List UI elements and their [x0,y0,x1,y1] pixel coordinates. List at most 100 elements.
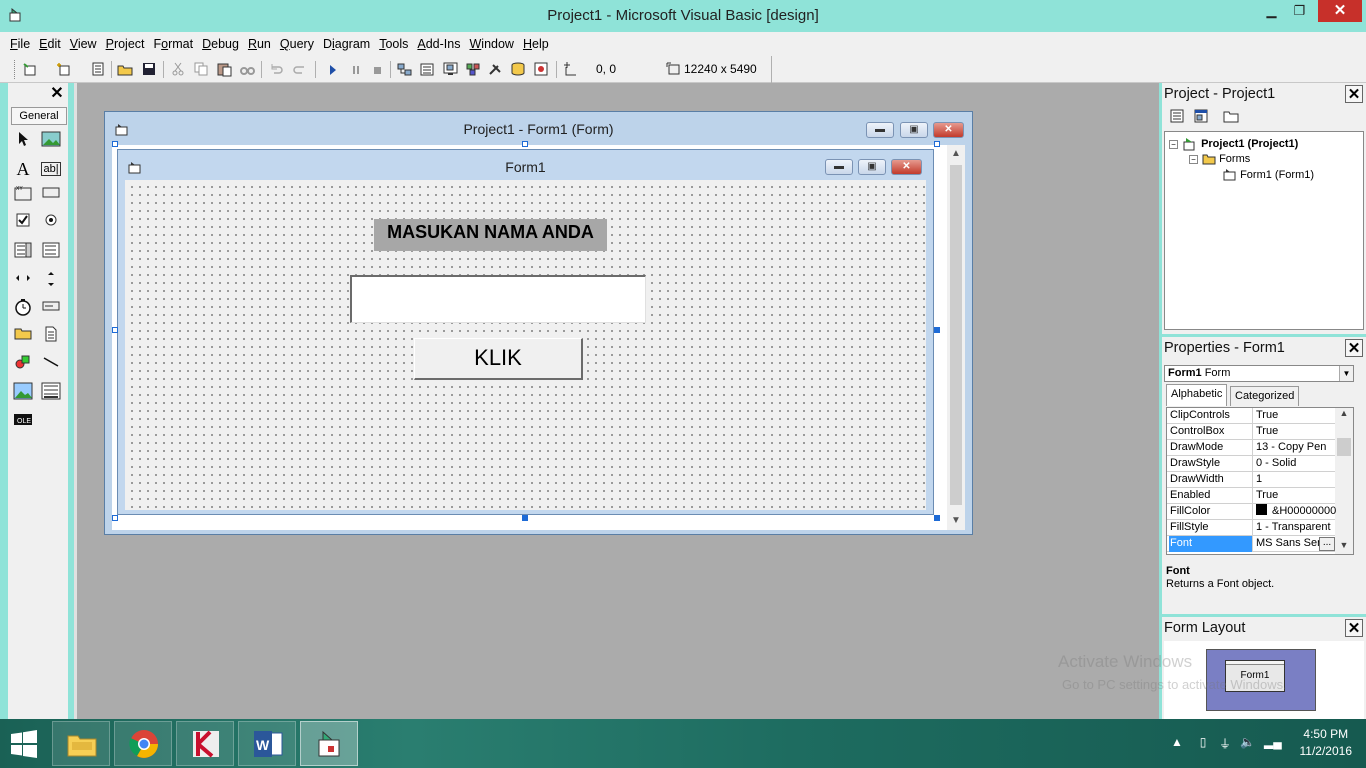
shape-tool-icon[interactable] [12,354,34,376]
resize-handle[interactable] [112,327,118,333]
add-form-icon[interactable] [56,61,73,77]
menu-diagram[interactable]: Diagram [323,37,370,51]
vscrollbar-tool-icon[interactable] [40,270,62,292]
scroll-down-arrow-icon[interactable]: ▼ [1335,540,1353,554]
label-tool-icon[interactable]: A [12,158,34,180]
image-tool-icon[interactable] [12,382,34,404]
tree-collapse-icon[interactable]: − [1169,139,1178,149]
designer-maximize-button[interactable]: ▣ [900,122,928,138]
property-value[interactable]: True [1256,408,1336,423]
toolbox-tab-general[interactable]: General [11,107,67,125]
taskbar-chrome[interactable] [114,721,172,766]
designer-vertical-scrollbar[interactable]: ▲ ▼ [947,145,965,530]
tree-node-form1[interactable]: Form1 (Form1) [1223,169,1314,181]
start-icon[interactable] [324,61,341,77]
designer-close-button[interactable]: ✕ [933,122,964,138]
properties-scrollbar[interactable]: ▲ ▼ [1335,408,1353,554]
close-button[interactable]: ✕ [1318,0,1362,22]
menu-edit[interactable]: Edit [39,37,61,51]
component-manager-icon[interactable] [533,61,550,77]
tab-categorized[interactable]: Categorized [1230,386,1300,406]
menu-view[interactable]: View [70,37,97,51]
start-button[interactable] [0,719,52,768]
show-hidden-icons-icon[interactable]: ▲ [1170,735,1184,751]
view-object-icon[interactable] [1192,109,1210,127]
menu-run[interactable]: Run [248,37,271,51]
property-row[interactable]: DrawStyle 0 - Solid [1167,456,1335,472]
pointer-tool-icon[interactable] [12,131,34,153]
property-row[interactable]: DrawWidth 1 [1167,472,1335,488]
resize-handle[interactable] [934,141,940,147]
ellipsis-button[interactable]: ... [1319,537,1335,551]
klik-button[interactable]: KLIK [414,338,583,380]
taskbar-clock[interactable]: 4:50 PM 11/2/2016 [1300,726,1353,760]
property-value[interactable]: 13 - Copy Pen [1256,440,1336,455]
copy-icon[interactable] [193,61,210,77]
name-textbox[interactable] [350,275,646,323]
device-icon[interactable]: ▯ [1196,735,1210,751]
resize-handle[interactable] [934,515,940,521]
minimize-button[interactable]: ▁ [1257,0,1286,22]
chevron-down-icon[interactable]: ▼ [1339,366,1353,381]
drivelistbox-tool-icon[interactable] [40,298,62,320]
menu-project[interactable]: Project [106,37,145,51]
object-browser-icon[interactable] [465,61,482,77]
form1-maximize-button[interactable]: ▣ [858,159,886,175]
toggle-folders-icon[interactable] [1222,109,1240,127]
resize-handle[interactable] [112,515,118,521]
menu-help[interactable]: Help [523,37,549,51]
property-value[interactable]: 0 - Solid [1256,456,1336,471]
network-signal-icon[interactable]: ▂▄ [1264,735,1282,751]
taskbar-word[interactable]: W [238,721,296,766]
menu-editor-icon[interactable] [90,61,107,77]
form-layout-icon[interactable] [442,61,459,77]
properties-panel-close-icon[interactable]: ✕ [1345,339,1363,357]
undo-icon[interactable] [268,61,285,77]
break-icon[interactable] [347,61,364,77]
scroll-thumb[interactable] [950,165,962,505]
property-value[interactable]: &H00000000 [1256,504,1336,519]
open-project-icon[interactable] [117,61,134,77]
property-row[interactable]: DrawMode 13 - Copy Pen [1167,440,1335,456]
scroll-thumb[interactable] [1337,438,1351,456]
menu-file[interactable]: File [10,37,30,51]
tree-collapse-icon[interactable]: − [1189,154,1198,164]
resize-handle[interactable] [522,515,528,521]
label-masukan-nama[interactable]: MASUKAN NAMA ANDA [374,219,607,251]
property-row[interactable]: FillStyle 1 - Transparent [1167,520,1335,536]
tree-node-forms[interactable]: − Forms [1189,153,1250,165]
dirlistbox-tool-icon[interactable] [12,326,34,348]
project-panel-close-icon[interactable]: ✕ [1345,85,1363,103]
view-code-icon[interactable] [1168,109,1186,127]
save-project-icon[interactable] [141,61,158,77]
filelistbox-tool-icon[interactable] [40,326,62,348]
form1-window[interactable]: Form1 ▬ ▣ ✕ [117,149,934,515]
checkbox-tool-icon[interactable] [12,213,34,235]
property-value[interactable]: True [1256,488,1336,503]
redo-icon[interactable] [291,61,308,77]
form1-close-button[interactable]: ✕ [891,159,922,175]
property-value[interactable]: True [1256,424,1336,439]
toolbox-icon[interactable] [487,61,504,77]
taskbar-visual-basic[interactable] [300,721,358,766]
scroll-up-arrow-icon[interactable]: ▲ [947,145,965,163]
toolbar-grip[interactable] [14,60,17,79]
scroll-down-arrow-icon[interactable]: ▼ [947,512,965,530]
designer-minimize-button[interactable]: ▬ [866,122,894,138]
add-project-icon[interactable] [22,61,39,77]
menu-tools[interactable]: Tools [379,37,408,51]
tab-alphabetic[interactable]: Alphabetic [1166,384,1228,406]
timer-tool-icon[interactable] [12,298,34,320]
menu-window[interactable]: Window [469,37,513,51]
optionbutton-tool-icon[interactable] [40,213,62,235]
property-row[interactable]: Font MS Sans Ser... [1167,536,1335,552]
resize-handle[interactable] [522,141,528,147]
property-row[interactable]: FillColor &H00000000 [1167,504,1336,520]
volume-icon[interactable]: 🔈 [1240,735,1255,751]
project-explorer-icon[interactable] [396,61,413,77]
data-view-icon[interactable] [510,61,527,77]
listbox-tool-icon[interactable] [40,242,62,264]
properties-window-icon[interactable] [419,61,436,77]
menu-format[interactable]: Format [154,37,194,51]
tree-node-project1[interactable]: − Project1 (Project1) [1169,137,1298,151]
